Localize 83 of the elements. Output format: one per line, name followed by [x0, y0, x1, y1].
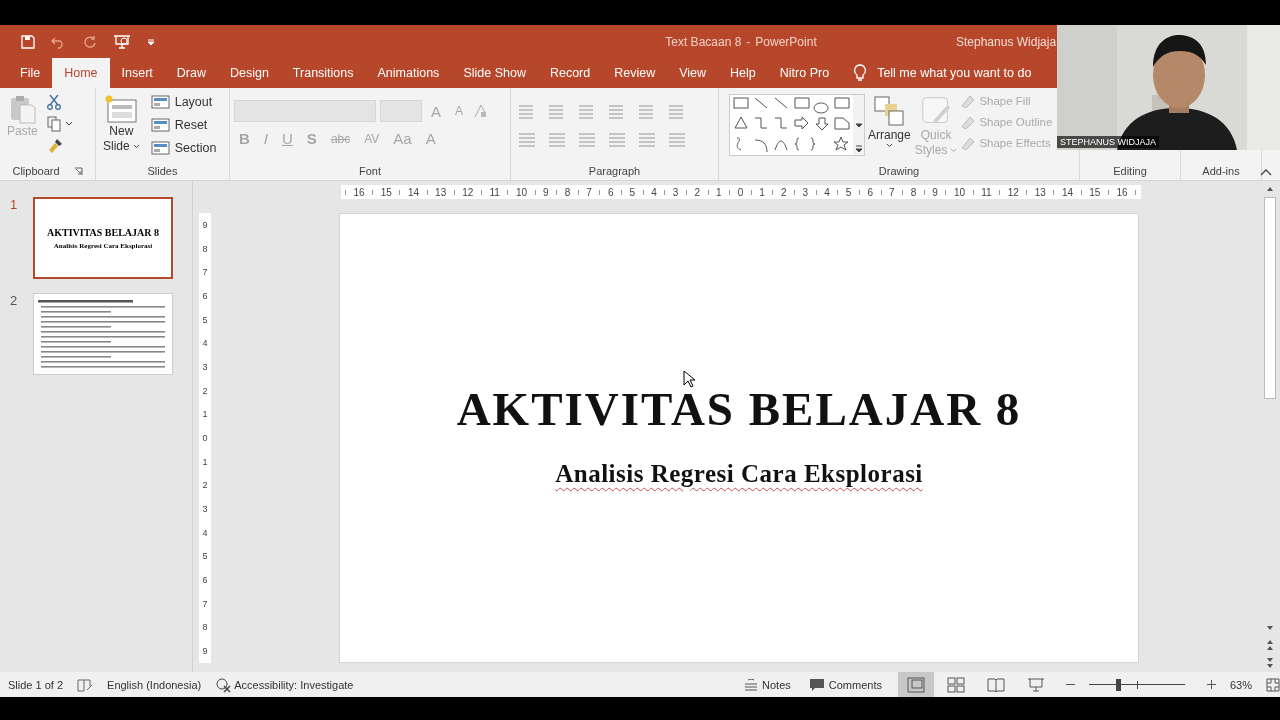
slide-number: 1	[10, 197, 19, 214]
app-name: PowerPoint	[755, 34, 817, 49]
zoom-in-icon[interactable]	[1206, 680, 1216, 689]
tell-me-field[interactable]: Tell me what you want to do	[877, 66, 1032, 80]
group-label: Clipboard	[12, 165, 60, 177]
vertical-ruler: 9 8 7 6 5 4 3 2 1 0 1 2 3 4 5 6 7 8 9	[199, 213, 211, 663]
ribbon-tab[interactable]: Record	[537, 58, 603, 88]
fit-to-window-icon[interactable]	[1266, 677, 1280, 692]
lightbulb-icon	[853, 64, 868, 82]
horizontal-ruler: 16 15 14 13 12 11 10 9 8 7 6 5 4 3 2 1 0 1 2 3 4 5 6 7 8 9 10 11 12 13 14 15 16	[341, 185, 1141, 199]
ribbon-tab[interactable]: Home	[52, 58, 110, 88]
ribbon-tab[interactable]: Design	[217, 58, 281, 88]
ribbon-tab[interactable]: Animations	[365, 58, 452, 88]
next-slide-icon[interactable]	[1266, 656, 1274, 670]
group-label: Editing	[1113, 165, 1147, 177]
mouse-cursor-icon	[683, 370, 695, 388]
group-label: Font	[359, 165, 381, 177]
slide-position: Slide 1 of 2	[8, 678, 64, 691]
ribbon-tab[interactable]: View	[667, 58, 719, 88]
group-label: Slides	[147, 165, 178, 177]
previous-slide-icon[interactable]	[1266, 638, 1274, 652]
caret-icon	[950, 148, 958, 153]
document-title: Text Bacaan 8	[665, 34, 742, 49]
slide-number: 2	[10, 293, 19, 310]
ribbon-tab[interactable]: Slide Show	[451, 58, 538, 88]
layout-icon	[150, 117, 171, 133]
user-name[interactable]: Stephanus Widjaja	[956, 34, 1057, 49]
scissors-icon[interactable]	[46, 94, 61, 110]
zoom-slider[interactable]	[1088, 677, 1185, 692]
speech-bubble-icon	[808, 677, 825, 692]
slide-subtitle[interactable]: Analisis Regresi Cara Eksplorasi	[555, 460, 923, 488]
slide-title[interactable]: AKTIVITAS BELAJAR 8	[456, 382, 1022, 436]
collapse-ribbon-icon[interactable]	[1260, 168, 1272, 176]
book-icon	[986, 676, 1005, 693]
arrange-icon	[872, 94, 907, 128]
customize-caret-icon[interactable]	[147, 37, 155, 46]
ribbon-tab[interactable]: Transitions	[280, 58, 366, 88]
ribbon-button[interactable]: Layout	[148, 92, 219, 112]
new-slide-icon	[104, 94, 139, 124]
ribbon-tab[interactable]: File	[8, 58, 53, 88]
layout-icon	[150, 94, 171, 110]
accessibility-status[interactable]: Accessibility: Investigate	[234, 678, 354, 691]
redo-icon[interactable]	[83, 34, 97, 49]
clipboard-icon	[8, 94, 37, 124]
spelling-icon[interactable]	[77, 677, 94, 692]
participant-name: STEPHANUS WIDJAJA	[1057, 136, 1159, 148]
accessibility-icon[interactable]	[215, 676, 232, 693]
ribbon-tab[interactable]: Draw	[164, 58, 218, 88]
notes-button[interactable]: Notes	[742, 678, 793, 691]
arrange-button[interactable]: Arrange	[867, 92, 912, 150]
caret-icon	[132, 144, 140, 149]
projector-screen-icon	[1026, 676, 1045, 693]
shapes-gallery[interactable]	[729, 94, 865, 156]
ribbon-tab[interactable]: Review	[602, 58, 668, 88]
dialog-launcher-icon[interactable]	[73, 166, 83, 176]
pen-icon	[960, 136, 977, 150]
group-label: Drawing	[878, 165, 920, 177]
normal-view-button[interactable]	[897, 672, 934, 697]
grid-icon	[946, 676, 965, 693]
save-icon[interactable]	[21, 34, 35, 49]
ribbon-tab[interactable]: Insert	[109, 58, 165, 88]
pen-icon	[960, 94, 977, 108]
zoom-level[interactable]: 63%	[1229, 678, 1252, 691]
ribbon-tab[interactable]: Help	[718, 58, 768, 88]
normal-view-icon	[906, 676, 925, 693]
scrollbar-thumb[interactable]	[1264, 197, 1276, 399]
notes-icon	[744, 678, 759, 691]
group-label: Add-ins	[1202, 165, 1240, 177]
caret-icon	[885, 143, 893, 148]
ribbon-tab[interactable]: Nitro Pro	[767, 58, 842, 88]
layout-icon	[150, 140, 171, 156]
language[interactable]: English (Indonesia)	[107, 678, 202, 691]
title-separator: -	[746, 34, 751, 49]
new-slide-button[interactable]: New Slide	[100, 92, 143, 156]
copy-icon[interactable]	[46, 116, 73, 132]
comments-button[interactable]: Comments	[806, 677, 884, 692]
presentation-icon[interactable]	[113, 33, 131, 50]
slide-thumbnail[interactable]	[33, 293, 173, 375]
ribbon-button[interactable]: Section	[148, 138, 219, 158]
ribbon-button[interactable]: Reset	[148, 115, 219, 135]
format-painter-icon[interactable]	[46, 138, 63, 154]
pen-icon	[960, 115, 977, 129]
group-label: Paragraph	[588, 165, 641, 177]
